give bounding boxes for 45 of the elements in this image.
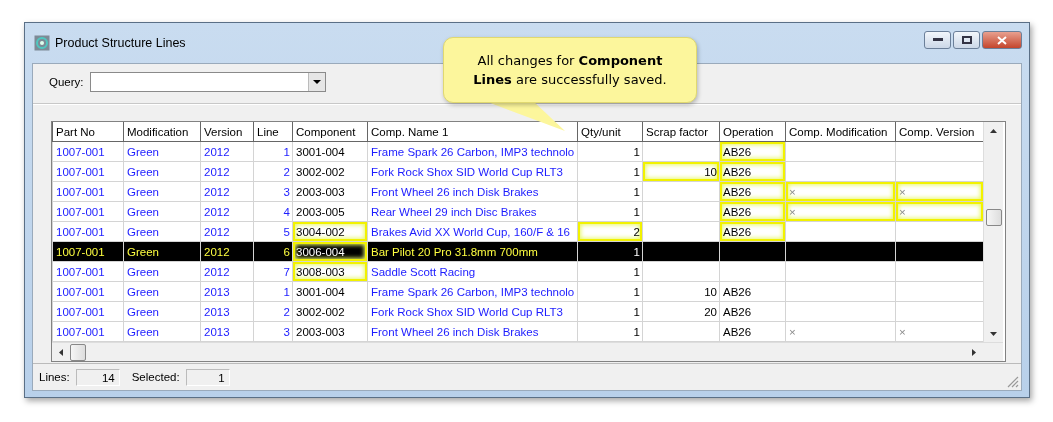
status-field: 14	[75, 368, 120, 386]
right-arrow-icon	[972, 348, 976, 356]
scroll-thumb[interactable]	[985, 209, 1002, 226]
column-header[interactable]: Line	[253, 122, 293, 142]
table-cell[interactable]: 1007-001	[52, 301, 124, 322]
table-cell[interactable]: 1007-001	[52, 201, 124, 222]
up-arrow-icon	[990, 128, 997, 133]
table-cell[interactable]: 1007-001	[52, 281, 124, 302]
column-header[interactable]: Version	[200, 122, 254, 142]
app-icon	[34, 35, 50, 51]
minimize-icon	[932, 38, 943, 42]
resize-grip-icon[interactable]	[1007, 376, 1019, 388]
column-header[interactable]: Comp. Name 1	[367, 122, 578, 142]
down-arrow-icon	[990, 331, 997, 336]
scroll-thumb[interactable]	[70, 343, 86, 361]
status-field: 1	[185, 368, 230, 386]
column-header[interactable]: Comp. Modification	[785, 122, 896, 142]
window-title: Product Structure Lines	[55, 36, 186, 50]
close-button[interactable]	[982, 31, 1022, 49]
column-header[interactable]: Comp. Version	[895, 122, 984, 142]
table-cell[interactable]: 1007-001	[52, 221, 124, 242]
close-icon	[997, 35, 1007, 45]
table-cell[interactable]: 1007-001	[52, 321, 124, 342]
table-cell[interactable]: 1007-001	[52, 241, 124, 262]
column-header[interactable]: Operation	[719, 122, 786, 142]
status-label: Selected:	[131, 371, 180, 383]
table-cell[interactable]: 1007-001	[52, 141, 124, 162]
minimize-button[interactable]	[924, 31, 951, 49]
query-dropdown[interactable]	[89, 72, 326, 92]
table-cell[interactable]: 1007-001	[52, 261, 124, 282]
column-header[interactable]: Part No	[52, 122, 124, 142]
caret-icon	[312, 80, 321, 84]
table-cell[interactable]: 1007-001	[52, 161, 124, 182]
column-header[interactable]: Component	[292, 122, 368, 142]
vertical-scrollbar[interactable]	[983, 122, 1003, 342]
query-label: Query:	[49, 76, 84, 88]
status-label: Lines:	[39, 371, 70, 383]
maximize-button[interactable]	[953, 31, 980, 49]
horizontal-scrollbar[interactable]	[52, 342, 1003, 361]
left-arrow-icon	[59, 348, 63, 356]
table-cell[interactable]: 1007-001	[52, 181, 124, 202]
maximize-icon	[961, 36, 972, 44]
column-header[interactable]: Qty/unit	[577, 122, 643, 142]
column-header[interactable]: Scrap factor	[642, 122, 720, 142]
column-header[interactable]: Modification	[123, 122, 201, 142]
